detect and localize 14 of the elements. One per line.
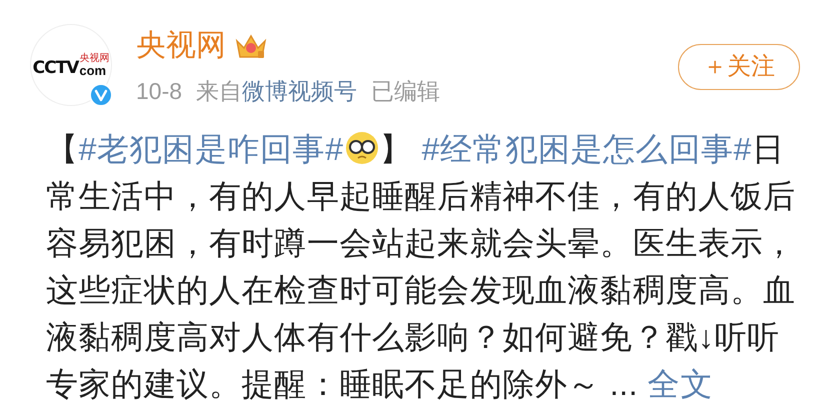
source-label: 来自 (196, 80, 242, 103)
source-link[interactable]: 微博视频号 (242, 80, 358, 103)
post-date: 10-8 (136, 80, 182, 103)
hashtag-link[interactable]: #经常犯困是怎么回事# (422, 131, 752, 167)
author-name[interactable]: 央视网 (136, 31, 226, 61)
expand-link[interactable]: 全文 (648, 366, 713, 402)
logo-text: CCTV (32, 60, 78, 76)
edited-label: 已编辑 (371, 80, 440, 103)
follow-button[interactable]: ＋关注 (678, 44, 800, 90)
post-text: 【#老犯困是咋回事# 】 #经常犯困是怎么回事#日常生活中，有的人早起睡醒后精神不佳，有的人饭后容易犯困，有时蹲一会站起来就会头晕。医生表示，这些症状的人在检查时可能会发现血液黏稠度高。血液黏稠度高对人体有什么影响？如何避免？戳↓听听专家的建议。提醒：睡眠不足的除外～ ... 全文 (45, 130, 797, 404)
logo-caption: 央视网 (79, 54, 110, 64)
logo-domain: com (79, 64, 106, 76)
glasses-face-icon (344, 131, 379, 165)
hashtag-link[interactable]: #老犯困是咋回事# (78, 131, 344, 167)
